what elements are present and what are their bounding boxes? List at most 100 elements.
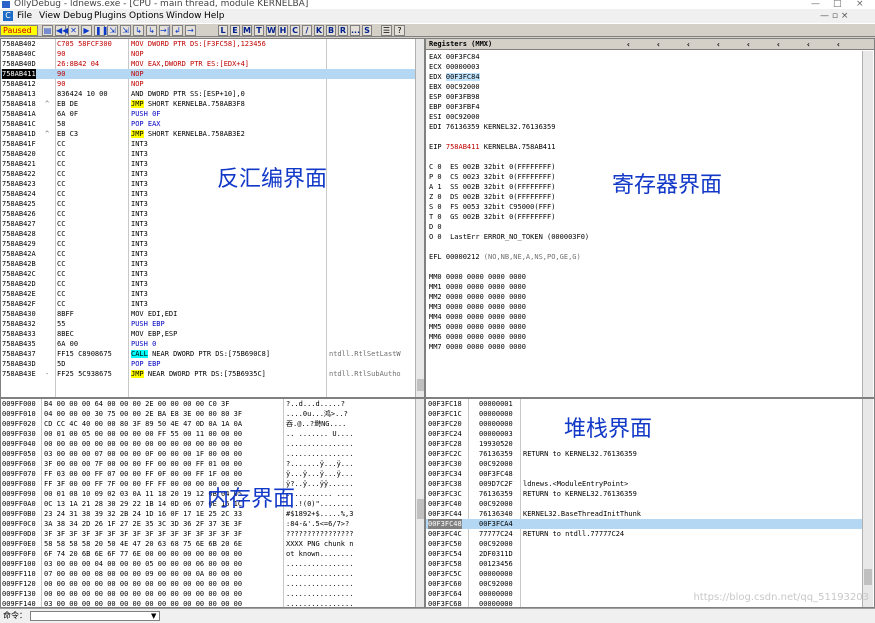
toolbar-window-M[interactable]: M [242,25,252,36]
menu-file[interactable]: File [17,9,32,23]
toolbar-window-S[interactable]: S [362,25,372,36]
register-line[interactable]: EBX 00C92000 [429,82,480,92]
toolbar-window-/[interactable]: / [302,25,312,36]
register-line[interactable]: MM1 0000 0000 0000 0000 [429,282,526,292]
stack-row[interactable]: 00F3FC58 00123456 [426,559,862,569]
dump-scrollbar[interactable] [415,399,424,607]
register-line[interactable]: T 0 GS 002B 32bit 0(FFFFFFFF) [429,212,555,222]
prev-icon[interactable]: ‹ [836,39,841,50]
register-line[interactable]: MM2 0000 0000 0000 0000 [429,292,526,302]
prev-icon[interactable]: ‹ [776,39,781,50]
disasm-row[interactable]: 758AB432 55 PUSH EBP [1,319,415,329]
register-line[interactable]: ESI 00C92000 [429,112,480,122]
dump-row[interactable]: 009FF010 04 00 00 00 30 75 00 00 2E BA E8… [1,409,415,419]
menu-help[interactable]: Help [204,9,225,23]
toolbar-button-6[interactable]: ⇲ [120,25,131,36]
toolbar-button-2[interactable]: ✕ [68,25,79,36]
register-line[interactable]: EDI 76136359 KERNEL32.76136359 [429,122,555,132]
toolbar-window-B[interactable]: B [326,25,336,36]
toolbar-button-7[interactable]: ↳ [133,25,144,36]
toolbar-button-8[interactable]: ↳ [146,25,157,36]
disasm-row[interactable]: 758AB42B CC INT3 [1,259,415,269]
disasm-row[interactable]: 758AB411 90 NOP [1,69,415,79]
disasm-row[interactable]: 758AB425 CC INT3 [1,199,415,209]
register-line[interactable]: ECX 00000003 [429,62,480,72]
register-line[interactable]: EBP 00F3FBF4 [429,102,480,112]
register-line[interactable]: EDX 00F3FC84 [429,72,480,82]
stack-row[interactable]: 00F3FC40 00C92000 [426,499,862,509]
toolbar-window-...[interactable]: ... [350,25,360,36]
toolbar-button-9[interactable]: →| [159,25,170,36]
minimize-button[interactable]: — [811,0,820,9]
maximize-button[interactable]: □ [833,0,842,9]
dump-row[interactable]: 009FF140 03 00 00 00 00 00 00 00 00 00 00… [1,599,415,607]
dropdown-arrow-icon[interactable]: ▼ [151,609,156,623]
menu-view[interactable]: View [39,9,60,23]
stack-row[interactable]: 00F3FC30 00C92000 [426,459,862,469]
help-icon[interactable]: ? [394,25,405,36]
stack-row[interactable]: 00F3FC44 76136340 KERNEL32.BaseThreadInitT… [426,509,862,519]
stack-row[interactable]: 00F3FC54 2DF0311D [426,549,862,559]
register-line[interactable]: A 1 SS 002B 32bit 0(FFFFFFFF) [429,182,555,192]
disasm-row[interactable]: 758AB421 CC INT3 [1,159,415,169]
stack-row[interactable]: 00F3FC34 00F3FC48 [426,469,862,479]
prev-icon[interactable]: ‹ [686,39,691,50]
prev-icon[interactable]: ‹ [746,39,751,50]
menu-plugins[interactable]: Plugins [94,9,126,23]
toolbar-button-0[interactable]: ▤ [42,25,53,36]
toolbar-window-R[interactable]: R [338,25,348,36]
disasm-row[interactable]: 758AB402 C705 58FCF300 MOV DWORD PTR DS:[F… [1,39,415,49]
menu-window[interactable]: Window [166,9,202,23]
dump-row[interactable]: 009FF120 00 00 00 00 00 00 00 00 00 00 00… [1,579,415,589]
disasm-row[interactable]: 758AB412 90 NOP [1,79,415,89]
menu-debug[interactable]: Debug [63,9,93,23]
dump-row[interactable]: 009FF060 3F 00 00 00 7F 00 00 00 FF 00 00… [1,459,415,469]
disasm-row[interactable]: 758AB426 CC INT3 [1,209,415,219]
disasm-row[interactable]: 758AB427 CC INT3 [1,219,415,229]
stack-row[interactable]: 00F3FC2C 76136359 RETURN to KERNEL32.76136… [426,449,862,459]
stack-row[interactable]: 00F3FC38 009D7C2F ldnews.<ModuleEntryPoint… [426,479,862,489]
disasm-row[interactable]: 758AB43E - FF25 5C938675 JMP NEAR DWORD PTR… [1,369,415,379]
toolbar-button-10[interactable]: ↲ [172,25,183,36]
disasm-row[interactable]: 758AB41F CC INT3 [1,139,415,149]
disasm-row[interactable]: 758AB42A CC INT3 [1,249,415,259]
toolbar-button-3[interactable]: ▶ [81,25,92,36]
register-line[interactable]: MM0 0000 0000 0000 0000 [429,272,526,282]
disasm-row[interactable]: 758AB40C 90 NOP [1,49,415,59]
dump-row[interactable]: 009FF100 03 00 00 00 04 00 00 00 05 00 00… [1,559,415,569]
register-line[interactable]: ESP 00F3FB98 [429,92,480,102]
toolbar-window-T[interactable]: T [254,25,264,36]
disassembly-pane[interactable]: 758AB402 C705 58FCF300 MOV DWORD PTR DS:[F… [0,38,425,398]
register-line[interactable]: S 0 FS 0053 32bit C95000(FFF) [429,202,555,212]
disasm-row[interactable]: 758AB424 CC INT3 [1,189,415,199]
options-icon[interactable]: ☰ [381,25,392,36]
disasm-row[interactable]: 758AB430 8BFF MOV EDI,EDI [1,309,415,319]
register-line[interactable]: EFL 00000212 (NO,NB,NE,A,NS,PO,GE,G) [429,252,581,262]
dump-pane[interactable]: 009FF000 B4 00 00 00 64 00 00 00 2E 00 00… [0,398,425,608]
disasm-row[interactable]: 758AB41C 58 POP EAX [1,119,415,129]
disasm-row[interactable]: 758AB42D CC INT3 [1,279,415,289]
register-line[interactable]: MM7 0000 0000 0000 0000 [429,342,526,352]
register-line[interactable]: D 0 [429,222,442,232]
registers-pane[interactable]: Registers (MMX) ‹ ‹ ‹ ‹ ‹ ‹ ‹ ‹ EAX 00F3… [425,38,875,398]
toolbar-button-11[interactable]: → [185,25,196,36]
dump-row[interactable]: 009FF0F0 6F 74 20 6B 6E 6F 77 6E 00 00 00… [1,549,415,559]
register-line[interactable]: P 0 CS 0023 32bit 0(FFFFFFFF) [429,172,555,182]
disasm-row[interactable]: 758AB42C CC INT3 [1,269,415,279]
disasm-row[interactable]: 758AB418 ^ EB DE JMP SHORT KERNELBA.758AB3F… [1,99,415,109]
disasm-row[interactable]: 758AB42E CC INT3 [1,289,415,299]
disasm-row[interactable]: 758AB428 CC INT3 [1,229,415,239]
register-line[interactable]: MM5 0000 0000 0000 0000 [429,322,526,332]
dump-row[interactable]: 009FF0C0 3A 38 34 2D 26 1F 27 2E 35 3C 3D… [1,519,415,529]
disasm-scrollbar[interactable] [415,39,424,397]
stack-row[interactable]: 00F3FC5C 00000000 [426,569,862,579]
disasm-row[interactable]: 758AB41D ^ EB C3 JMP SHORT KERNELBA.758AB3E… [1,129,415,139]
dump-row[interactable]: 009FF070 FF 03 00 00 FF 07 00 00 FF 0F 00… [1,469,415,479]
stack-row[interactable]: 00F3FC18 00000001 [426,399,862,409]
toolbar-button-4[interactable]: ❚❚ [94,25,108,36]
dump-row[interactable]: 009FF000 B4 00 00 00 64 00 00 00 2E 00 00… [1,399,415,409]
stack-row[interactable]: 00F3FC50 00C92000 [426,539,862,549]
stack-row[interactable]: 00F3FC3C 76136359 RETURN to KERNEL32.76136… [426,489,862,499]
toolbar-window-K[interactable]: K [314,25,324,36]
disasm-row[interactable]: 758AB429 CC INT3 [1,239,415,249]
